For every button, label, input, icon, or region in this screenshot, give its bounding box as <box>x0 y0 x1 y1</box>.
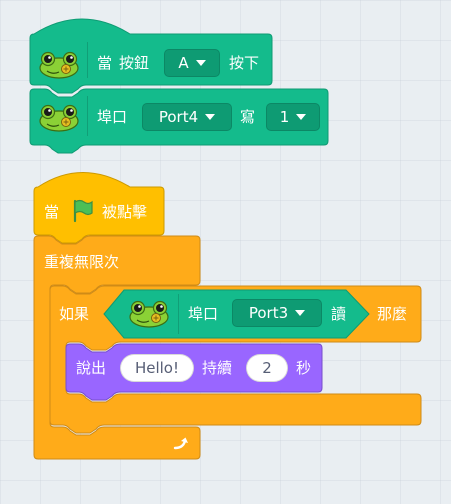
pressed-label: 按下 <box>229 54 260 72</box>
message-input[interactable]: Hello! <box>120 354 194 382</box>
forever-label: 重複無限次 <box>44 253 120 271</box>
chevron-down-icon <box>205 114 216 120</box>
frog-icon <box>39 51 79 79</box>
separator <box>87 96 88 136</box>
frog-icon <box>129 300 169 328</box>
then-label: 那麼 <box>377 305 408 323</box>
if-label: 如果 <box>59 305 90 323</box>
port-dropdown[interactable]: Port4 <box>142 103 232 131</box>
frog-icon <box>39 104 79 132</box>
seconds-unit-label: 秒 <box>296 359 312 377</box>
button-dropdown-value: A <box>178 54 189 72</box>
port-label: 埠口 <box>188 305 219 323</box>
write-value-dropdown[interactable]: 1 <box>266 103 320 131</box>
when-label: 當 <box>97 54 113 72</box>
separator <box>178 294 179 334</box>
port-dropdown-value: Port3 <box>248 304 289 322</box>
write-value: 1 <box>279 108 290 126</box>
loop-arrow-icon <box>173 437 188 450</box>
button-dropdown[interactable]: A <box>164 49 220 77</box>
chevron-down-icon <box>296 114 307 120</box>
write-label: 寫 <box>240 108 256 126</box>
seconds-input[interactable]: 2 <box>246 354 288 382</box>
green-flag-icon <box>73 199 93 223</box>
port-dropdown[interactable]: Port3 <box>232 299 322 327</box>
read-label: 讀 <box>331 305 347 323</box>
chevron-down-icon <box>295 310 306 316</box>
port-label: 埠口 <box>97 108 128 126</box>
chevron-down-icon <box>195 60 206 66</box>
when-label: 當 <box>44 203 60 221</box>
for-label: 持續 <box>202 359 233 377</box>
clicked-label: 被點擊 <box>102 203 148 221</box>
say-label: 說出 <box>76 359 107 377</box>
port-dropdown-value: Port4 <box>158 108 199 126</box>
separator <box>87 42 88 78</box>
button-label: 按鈕 <box>119 54 150 72</box>
